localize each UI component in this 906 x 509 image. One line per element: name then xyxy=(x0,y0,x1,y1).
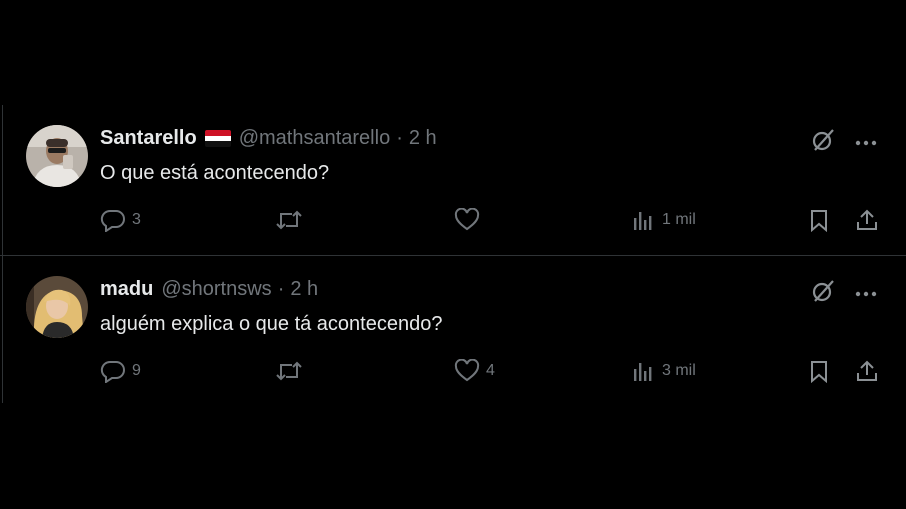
retweet-icon xyxy=(274,208,304,232)
like-count: 4 xyxy=(486,362,495,379)
retweet-button[interactable] xyxy=(274,359,310,383)
reply-button[interactable]: 3 xyxy=(100,208,141,232)
tweet-header: Santarello @mathsantarello · 2 h xyxy=(100,127,437,150)
view-count: 1 mil xyxy=(662,211,696,228)
reply-icon xyxy=(100,208,126,232)
display-name[interactable]: madu xyxy=(100,278,153,301)
view-count: 3 mil xyxy=(662,362,696,379)
views-button[interactable]: 1 mil xyxy=(632,208,696,232)
more-icon[interactable] xyxy=(854,134,878,152)
retweet-button[interactable] xyxy=(274,208,310,232)
more-icon[interactable] xyxy=(854,285,878,303)
share-icon xyxy=(855,208,879,232)
display-name[interactable]: Santarello xyxy=(100,127,197,150)
tweet-text: O que está acontecendo? xyxy=(100,162,330,184)
tweet[interactable]: Santarello @mathsantarello · 2 h O que e… xyxy=(0,105,906,255)
like-icon xyxy=(454,208,480,232)
timeline: Santarello @mathsantarello · 2 h O que e… xyxy=(0,105,906,405)
user-handle[interactable]: @mathsantarello xyxy=(239,127,390,150)
tweet-top-actions xyxy=(810,278,878,309)
bookmark-button[interactable] xyxy=(807,208,831,232)
views-button[interactable]: 3 mil xyxy=(632,359,696,383)
tweet-text: alguém explica o que tá acontecendo? xyxy=(100,313,443,335)
reply-icon xyxy=(100,359,126,383)
bookmark-icon xyxy=(807,359,831,383)
like-icon xyxy=(454,359,480,383)
separator-dot: · xyxy=(277,278,285,300)
bookmark-icon xyxy=(807,208,831,232)
reply-button[interactable]: 9 xyxy=(100,359,141,383)
tweet-top-actions xyxy=(810,127,878,158)
tweet-header: madu @shortnsws · 2 h xyxy=(100,278,318,301)
reply-count: 9 xyxy=(132,362,141,379)
reply-count: 3 xyxy=(132,211,141,228)
retweet-icon xyxy=(274,359,304,383)
share-button[interactable] xyxy=(855,359,879,383)
grok-icon[interactable] xyxy=(810,278,836,309)
share-icon xyxy=(855,359,879,383)
tweet[interactable]: madu @shortnsws · 2 h alguém explica o q… xyxy=(0,255,906,405)
timestamp[interactable]: 2 h xyxy=(409,127,437,150)
grok-icon[interactable] xyxy=(810,127,836,158)
tweet-actions: 9 4 3 mil xyxy=(100,359,882,389)
avatar[interactable] xyxy=(26,125,88,187)
views-icon xyxy=(632,208,656,232)
separator-dot: · xyxy=(396,127,403,149)
tweet-actions: 3 1 mil xyxy=(100,208,882,238)
like-button[interactable] xyxy=(454,208,486,232)
flag-icon xyxy=(204,130,231,147)
views-icon xyxy=(632,359,656,383)
avatar[interactable] xyxy=(26,276,88,338)
share-button[interactable] xyxy=(855,208,879,232)
user-handle[interactable]: @shortnsws xyxy=(161,278,271,301)
bookmark-button[interactable] xyxy=(807,359,831,383)
timestamp[interactable]: 2 h xyxy=(290,278,318,301)
like-button[interactable]: 4 xyxy=(454,359,495,383)
